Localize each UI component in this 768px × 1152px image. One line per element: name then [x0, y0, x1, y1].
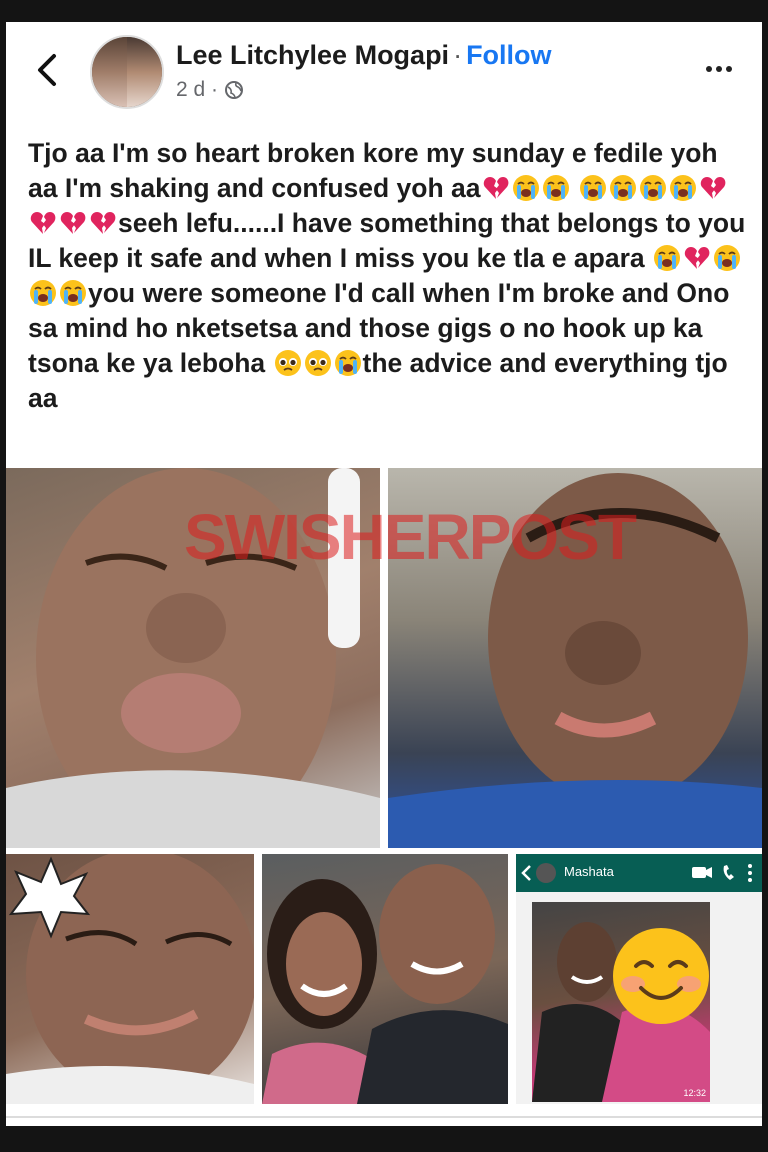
broken-heart-icon — [684, 247, 710, 269]
post-header: Lee Litchylee Mogapi · Follow 2 d · — [6, 22, 762, 122]
loudly-crying-face-icon — [334, 350, 361, 376]
loudly-crying-face-icon — [609, 175, 636, 201]
watermark: SWISHERPOST — [184, 501, 637, 573]
chat-timestamp: 12:32 — [683, 1088, 706, 1098]
loudly-crying-face-icon — [654, 245, 680, 271]
pleading-face-icon — [304, 350, 331, 376]
chat-header: Mashata — [516, 854, 762, 892]
loudly-crying-face-icon — [714, 245, 740, 271]
chat-back-avatar-icon — [521, 863, 556, 883]
man-smiling-photo — [6, 854, 254, 1104]
post-photo-5-chat-screenshot[interactable]: Mashata 12:32 — [516, 854, 762, 1104]
post-meta: 2 d · — [176, 78, 244, 102]
smiling-face-sticker-icon — [613, 928, 709, 1024]
back-button[interactable] — [34, 52, 60, 88]
loudly-crying-face-icon — [512, 175, 539, 201]
loudly-crying-face-icon — [669, 175, 696, 201]
pleading-face-icon — [274, 350, 301, 376]
post-card: Lee Litchylee Mogapi · Follow 2 d · Tjo aa… — [6, 22, 762, 1126]
avatar[interactable] — [90, 35, 164, 109]
loudly-crying-face-icon — [579, 175, 606, 201]
post-photo-4[interactable] — [262, 854, 508, 1104]
divider — [6, 1116, 762, 1118]
broken-heart-icon — [483, 177, 508, 199]
broken-heart-icon — [30, 212, 56, 234]
name-separator: · — [453, 40, 463, 70]
more-options-button[interactable] — [706, 66, 732, 72]
post-text-part-2: seeh lefu......I have something that bel… — [28, 208, 746, 273]
chevron-left-icon — [38, 54, 56, 86]
loudly-crying-face-icon — [542, 175, 569, 201]
post-photo-3[interactable] — [6, 854, 254, 1104]
broken-heart-icon — [700, 177, 726, 199]
follow-button[interactable]: Follow — [466, 40, 551, 70]
loudly-crying-face-icon — [60, 280, 86, 306]
globe-icon — [225, 81, 244, 99]
couple-selfie-photo — [262, 864, 508, 1104]
post-text: Tjo aa I'm so heart broken kore my sunda… — [28, 136, 748, 416]
chat-actions-icons — [692, 864, 752, 882]
post-time[interactable]: 2 d · — [176, 78, 218, 102]
author-row: Lee Litchylee Mogapi · Follow — [176, 40, 552, 71]
broken-heart-icon — [60, 212, 86, 234]
author-name[interactable]: Lee Litchylee Mogapi — [176, 40, 449, 70]
loudly-crying-face-icon — [639, 175, 666, 201]
broken-heart-icon — [90, 212, 116, 234]
loudly-crying-face-icon — [30, 280, 56, 306]
chat-contact-name: Mashata — [564, 864, 614, 879]
more-horizontal-icon — [706, 66, 712, 72]
